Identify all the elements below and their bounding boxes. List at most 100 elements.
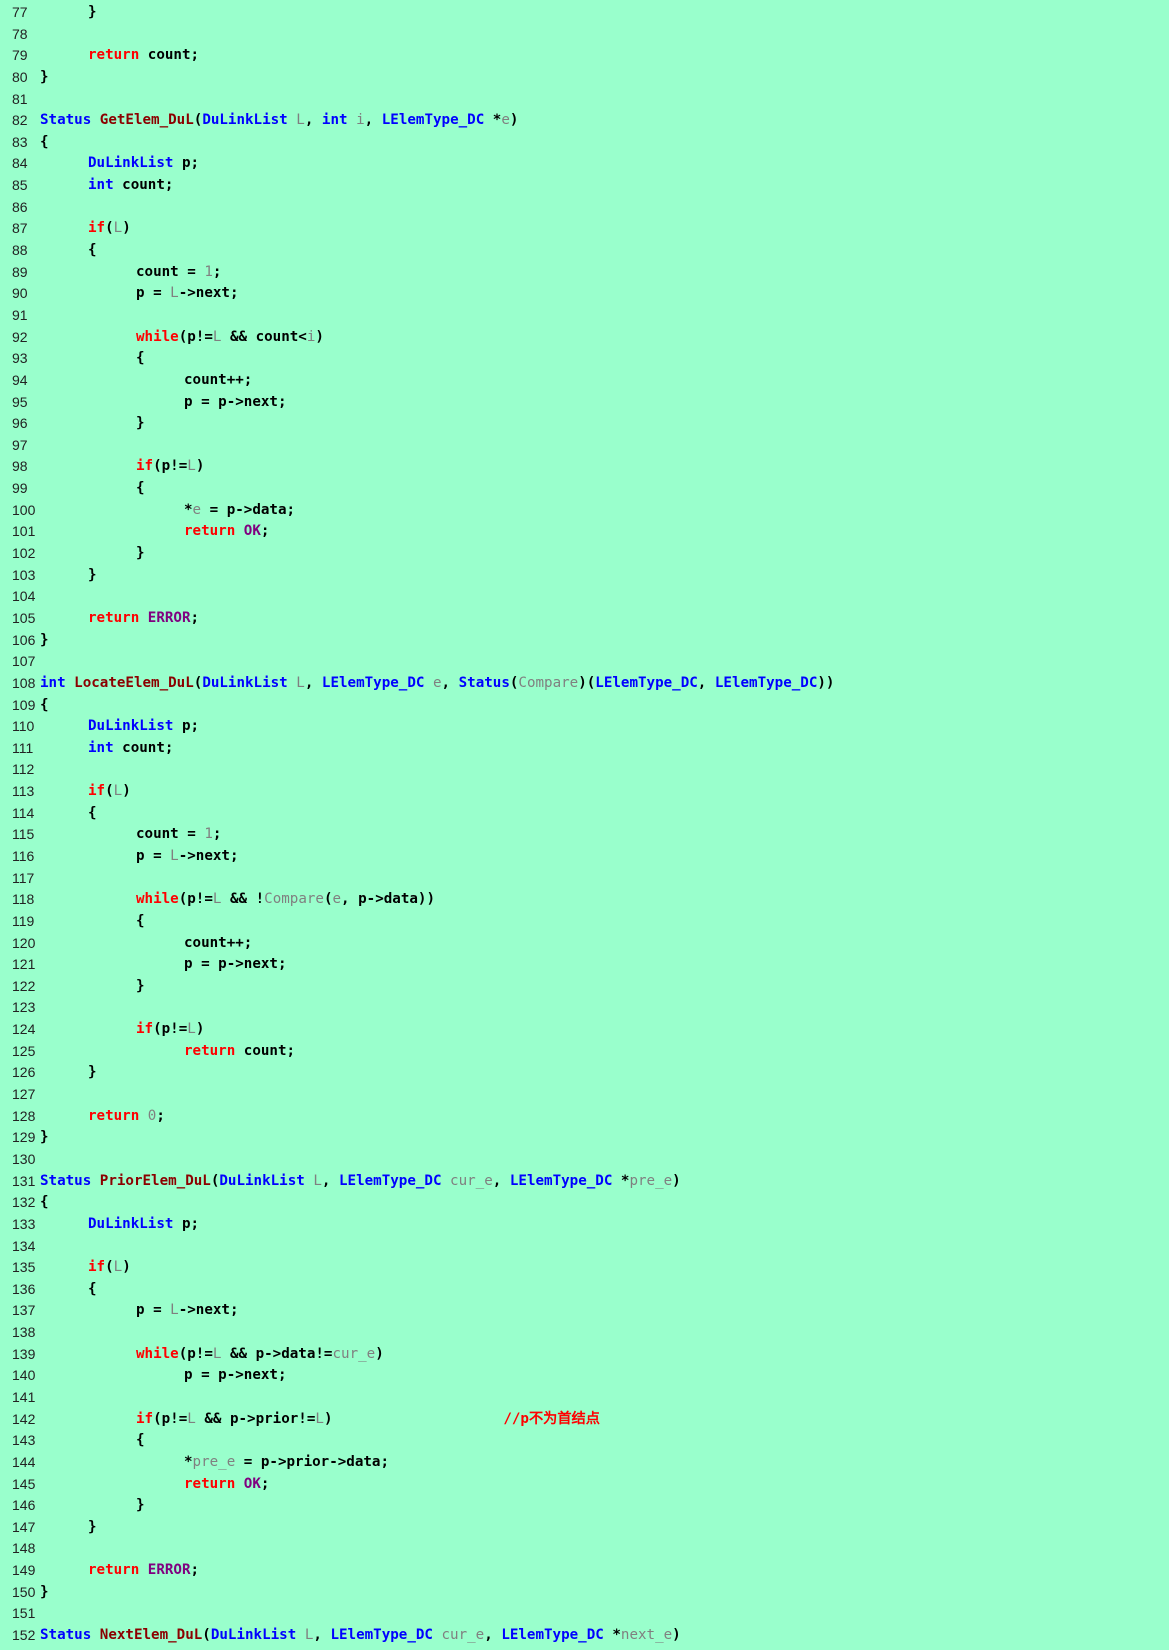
code-line: 118 while(p!=L && !Compare(e, p->data)): [0, 889, 1169, 911]
code-line: 110 DuLinkList p;: [0, 716, 1169, 738]
code-token-plain: {: [88, 242, 97, 259]
code-token-func: GetElem_DuL: [99, 112, 194, 129]
line-number: 122: [12, 977, 36, 994]
code-area[interactable]: 77} 78 79 return count; 80} 81 82 Status GetEle…: [0, 2, 1169, 1647]
line-text: {: [136, 348, 145, 370]
code-line: 99 {: [0, 478, 1169, 500]
line-text: if(p!=L): [136, 456, 204, 478]
line-number: 131: [12, 1172, 36, 1189]
code-token-plain: ,: [364, 112, 382, 129]
code-token-param: L: [113, 220, 123, 237]
code-token-param: L: [170, 1302, 179, 1319]
code-line: 98 if(p!=L): [0, 456, 1169, 478]
code-line: 92 while(p!=L && count<i): [0, 327, 1169, 349]
code-token-param: cur_e: [332, 1345, 376, 1362]
line-number: 92: [12, 328, 28, 345]
code-line: 145 return OK;: [0, 1474, 1169, 1496]
code-line: 151: [0, 1603, 1169, 1625]
code-token-plain: (: [202, 1627, 211, 1644]
code-token-param: L: [113, 1259, 123, 1276]
line-text: return ERROR;: [88, 1560, 199, 1582]
code-token-plain: p = p->next;: [184, 393, 287, 410]
code-line: 83 {: [0, 132, 1169, 154]
line-text: return count;: [88, 45, 199, 67]
code-line: 139 while(p!=L && p->data!=cur_e): [0, 1344, 1169, 1366]
code-token-plain: (: [105, 220, 114, 237]
code-token-param: cur_e: [450, 1172, 493, 1189]
code-token-keyword: return: [184, 523, 236, 540]
line-number: 130: [12, 1150, 36, 1167]
code-token-plain: )(: [578, 674, 596, 691]
code-token-plain: p =: [136, 285, 171, 302]
line-text: {: [40, 1192, 49, 1214]
code-line: 120 count++;: [0, 933, 1169, 955]
line-number: 123: [12, 999, 36, 1016]
code-token-plain: {: [40, 133, 49, 150]
line-text: }: [40, 1582, 49, 1604]
code-token-func: PriorElem_DuL: [99, 1172, 211, 1189]
code-token-param: L: [113, 783, 123, 800]
line-number: 151: [12, 1605, 36, 1622]
code-token-plain: ): [195, 1021, 205, 1038]
code-token-plain: ;: [212, 826, 222, 843]
line-number: 104: [12, 588, 36, 605]
code-line: 96}: [0, 413, 1169, 435]
code-token-macro: ERROR: [147, 1562, 191, 1579]
code-line: 102}: [0, 543, 1169, 565]
code-line: 134: [0, 1236, 1169, 1258]
code-token-plain: *: [603, 1627, 621, 1644]
line-text: {: [136, 1430, 145, 1452]
code-token-param: L: [296, 674, 305, 691]
code-token-param: e: [192, 501, 202, 518]
code-token-type: LElemType_DC: [595, 674, 698, 691]
line-text: return OK;: [184, 1474, 269, 1496]
code-token-plain: , p->data)): [341, 891, 436, 908]
code-token-type: int: [88, 739, 114, 756]
code-token-plain: ,: [697, 674, 715, 691]
code-line: 127: [0, 1084, 1169, 1106]
code-token-plain: (p!=: [178, 1345, 213, 1362]
line-number: 142: [12, 1410, 36, 1427]
line-text: return 0;: [88, 1106, 165, 1128]
line-number: 117: [12, 869, 35, 886]
code-line: 128 return 0;: [0, 1106, 1169, 1128]
line-text: p = L->next;: [136, 1300, 239, 1322]
line-text: int LocateElem_DuL(DuLinkList L, LElemTy…: [40, 673, 834, 695]
line-number: 134: [12, 1237, 36, 1254]
code-token-macro: OK: [243, 523, 261, 540]
code-token-plain: }: [136, 977, 145, 994]
code-token-plain: (p!=: [178, 891, 213, 908]
line-number: 111: [12, 739, 34, 756]
code-token-type: int: [88, 177, 114, 194]
code-line: 117: [0, 868, 1169, 890]
code-line: 101 return OK;: [0, 521, 1169, 543]
code-token-type: LElemType_DC: [330, 1627, 433, 1644]
code-token-plain: (: [105, 783, 114, 800]
code-token-plain: }: [40, 1583, 49, 1600]
line-number: 118: [12, 891, 35, 908]
line-number: 116: [12, 847, 35, 864]
line-text: Status PriorElem_DuL(DuLinkList L, LElem…: [40, 1171, 681, 1193]
code-token-plain: p =: [136, 847, 171, 864]
line-text: {: [88, 1279, 97, 1301]
line-text: }: [136, 543, 145, 565]
code-line: 137 p = L->next;: [0, 1300, 1169, 1322]
code-token-plain: {: [88, 804, 97, 821]
code-token-plain: {: [88, 1280, 97, 1297]
code-token-plain: {: [136, 1432, 145, 1449]
code-token-plain: }: [136, 1497, 145, 1514]
code-token-plain: }: [88, 1064, 97, 1081]
code-token-plain: ;: [260, 1475, 270, 1492]
code-token-plain: *: [484, 112, 502, 129]
code-token-plain: }: [136, 415, 145, 432]
code-token-keyword: if: [88, 220, 106, 237]
line-text: p = L->next;: [136, 846, 239, 868]
code-token-plain: ->next;: [178, 847, 239, 864]
code-editor[interactable]: 77} 78 79 return count; 80} 81 82 Status GetEle…: [0, 0, 1169, 1650]
code-token-plain: ,: [304, 112, 322, 129]
code-token-type: LElemType_DC: [339, 1172, 442, 1189]
line-number: 149: [12, 1562, 36, 1579]
